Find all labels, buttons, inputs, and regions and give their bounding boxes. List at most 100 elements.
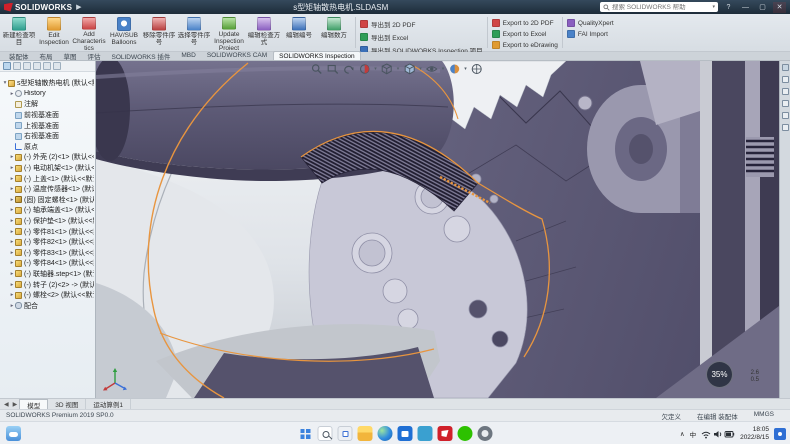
search-box[interactable]: ▾ [600, 2, 718, 12]
taskpane-design-library-icon[interactable] [782, 88, 789, 95]
model-tab[interactable]: 模型 [19, 399, 48, 410]
dimxpertmanager-tab[interactable] [33, 62, 41, 70]
taskbar-explorer-icon[interactable] [358, 426, 373, 441]
solidworks-logo[interactable]: SOLIDWORKS [4, 3, 72, 12]
propertymanager-tab[interactable] [13, 62, 21, 70]
tree-root-assembly[interactable]: ▾ s型矩轴散热电机 (默认<默认_显示状态-1>) [2, 78, 94, 89]
taskbar-wechat-icon[interactable] [458, 426, 473, 441]
taskpane-view-palette-icon[interactable] [782, 112, 789, 119]
tree-item[interactable]: ▸ (-) 联轴器.step<1> (默认<<默认>_显示 [2, 269, 94, 280]
status-item[interactable]: 欠定义 [661, 411, 681, 421]
tree-item[interactable]: ▸ (-) 转子 (2)<2> -> (默认<<默认>_显示状 [2, 279, 94, 290]
close-button[interactable]: ✕ [773, 2, 786, 13]
taskbar-mail-icon[interactable] [418, 426, 433, 441]
tree-item[interactable]: ▸ (-) 上盖<1> (默认<<默认>_显示状态 1>) [2, 173, 94, 184]
tree-item[interactable]: ▸ (-) 温度传感器<1> (默认<<默认>_显示状 [2, 184, 94, 195]
export-to-edrawing-item[interactable]: Export to eDrawing [492, 41, 558, 49]
tab-mbd[interactable]: MBD [176, 51, 200, 60]
remove-balloons-button[interactable]: 移除零件序号 [142, 15, 176, 50]
section-view-icon[interactable] [358, 63, 370, 75]
display-style-icon[interactable] [403, 63, 415, 75]
taskpane-collapse-icon[interactable] [782, 64, 789, 71]
view-orientation-icon[interactable] [381, 63, 393, 75]
tab-layout[interactable]: 布局 [35, 51, 58, 60]
taskpane-file-explorer-icon[interactable] [782, 100, 789, 107]
fai-import-button[interactable]: FAI Import [567, 30, 614, 38]
select-balloons-button[interactable]: 选择零件序号 [177, 15, 211, 50]
taskbar-edge-icon[interactable] [378, 426, 393, 441]
tree-item[interactable]: 右视基准面 [2, 131, 94, 142]
tree-item[interactable]: 上视基准面 [2, 120, 94, 131]
tab-addins[interactable]: SOLIDWORKS 插件 [107, 51, 176, 60]
zoom-area-icon[interactable] [326, 63, 338, 75]
taskbar-search-icon[interactable] [318, 426, 333, 441]
tab-scroll-left-icon[interactable]: ◀ [2, 401, 11, 408]
tray-expand-icon[interactable]: ∧ [680, 430, 685, 438]
tree-item[interactable]: ▸ (-) 零件82<1> (默认<<默认>_显示状态 1 [2, 237, 94, 248]
tab-scroll-right-icon[interactable]: ▶ [11, 401, 20, 408]
tree-item[interactable]: 原点 [2, 142, 94, 153]
maximize-button[interactable]: ▢ [756, 2, 769, 13]
tree-item[interactable]: ▸ (-) 保护垫<1> (默认<<默认>_显示状态 [2, 216, 94, 227]
dropdown-caret-icon[interactable]: ▾ [419, 66, 422, 72]
taskbar-taskview-icon[interactable] [338, 426, 353, 441]
appearance-icon[interactable] [448, 63, 460, 75]
tree-item[interactable]: ▸ (-) 螺栓<2> (默认<<默认>_显示状态 1>) [2, 290, 94, 301]
inspection-manager-tab[interactable] [53, 62, 61, 70]
qualityxpert-button[interactable]: QualityXpert [567, 19, 614, 27]
system-tray-icons[interactable] [701, 428, 735, 440]
taskbar-settings-icon[interactable] [478, 426, 493, 441]
dropdown-caret-icon[interactable]: ▾ [397, 66, 400, 72]
motion-study-tab[interactable]: 运动算例1 [86, 399, 131, 410]
tree-item[interactable]: ▸ (-) 外壳 (2)<1> (默认<<默认>_显示状态 1>) [2, 152, 94, 163]
update-inspection-button[interactable]: Update Inspection Project [212, 15, 246, 50]
tab-sketch[interactable]: 草图 [59, 51, 82, 60]
taskbar-start-icon[interactable] [298, 426, 313, 441]
tab-assembly[interactable]: 装配体 [4, 51, 34, 60]
clock[interactable]: 18:05 2022/8/15 [740, 426, 769, 442]
scene-icon[interactable] [471, 63, 483, 75]
export-to-2d-pdf-item[interactable]: Export to 2D PDF [492, 19, 558, 27]
tab-inspection[interactable]: SOLIDWORKS Inspection [273, 51, 361, 60]
taskbar-weather-icon[interactable] [6, 426, 21, 441]
dropdown-caret-icon[interactable]: ▾ [442, 66, 445, 72]
search-input[interactable] [612, 4, 710, 11]
taskpane-home-icon[interactable] [782, 76, 789, 83]
export-to-excel-item[interactable]: Export to Excel [492, 30, 558, 38]
status-item[interactable]: MMGS [754, 411, 774, 421]
search-caret-icon[interactable]: ▾ [712, 4, 715, 10]
tree-item[interactable]: ▸ (-) 零件81<1> (默认<<默认>_显示状态 1 [2, 226, 94, 237]
graphics-viewport[interactable]: ▾ ▾ ▾ ▾ ▾ 35% 2.6 0.5 [96, 61, 779, 398]
taskbar-store-icon[interactable] [398, 426, 413, 441]
edit-inspection-button[interactable]: Edit Inspection [37, 15, 71, 50]
tree-item[interactable]: ▸ (固) 固定螺栓<1> (默认<<默认>_显示状态 [2, 195, 94, 206]
minimize-button[interactable]: — [739, 2, 752, 13]
edit-numbering-button[interactable]: 编辑编号 [282, 15, 316, 50]
notification-icon[interactable] [774, 428, 786, 440]
tree-item[interactable]: ▸ (-) 电动机架<1> (默认<<默认>_显示状态 [2, 163, 94, 174]
tree-item[interactable]: ▸ (-) 零件84<1> (默认<<默认>_显示状态 1 [2, 258, 94, 269]
taskbar-solidworks-icon[interactable] [438, 426, 453, 441]
previous-view-icon[interactable] [342, 63, 354, 75]
menu-expand-icon[interactable]: ▶ [76, 3, 81, 11]
tree-item[interactable]: ▸ (-) 轴承端盖<1> (默认<<默认>_显示状态 [2, 205, 94, 216]
export-2d-pdf-cn-item[interactable]: 导出到 2D PDF [360, 19, 483, 29]
dropdown-caret-icon[interactable]: ▾ [464, 66, 467, 72]
tree-item[interactable]: 注解 [2, 99, 94, 110]
help-button[interactable]: ? [722, 2, 735, 13]
add-characteristics-button[interactable]: Add Characteristics [72, 15, 106, 50]
dropdown-caret-icon[interactable]: ▾ [374, 66, 377, 72]
tree-item[interactable]: ▸ (-) 零件83<1> (默认<<默认>_显示状态 1 [2, 248, 94, 259]
displaymanager-tab[interactable] [43, 62, 51, 70]
new-inspection-project-button[interactable]: 新建检查项目 [2, 15, 36, 50]
3d-views-tab[interactable]: 3D 视图 [48, 399, 86, 410]
edit-inspection-method-button[interactable]: 编辑检查方式 [247, 15, 281, 50]
zoom-fit-icon[interactable] [310, 63, 322, 75]
tree-item[interactable]: 前视基准面 [2, 110, 94, 121]
tree-item[interactable]: ▸ History [2, 89, 94, 100]
edit-values-button[interactable]: 编辑数方 [317, 15, 351, 50]
tab-cam[interactable]: SOLIDWORKS CAM [202, 51, 272, 60]
tab-evaluate[interactable]: 评估 [83, 51, 106, 60]
tree-item[interactable]: ▸ 配合 [2, 300, 94, 311]
hide-items-icon[interactable] [426, 63, 438, 75]
